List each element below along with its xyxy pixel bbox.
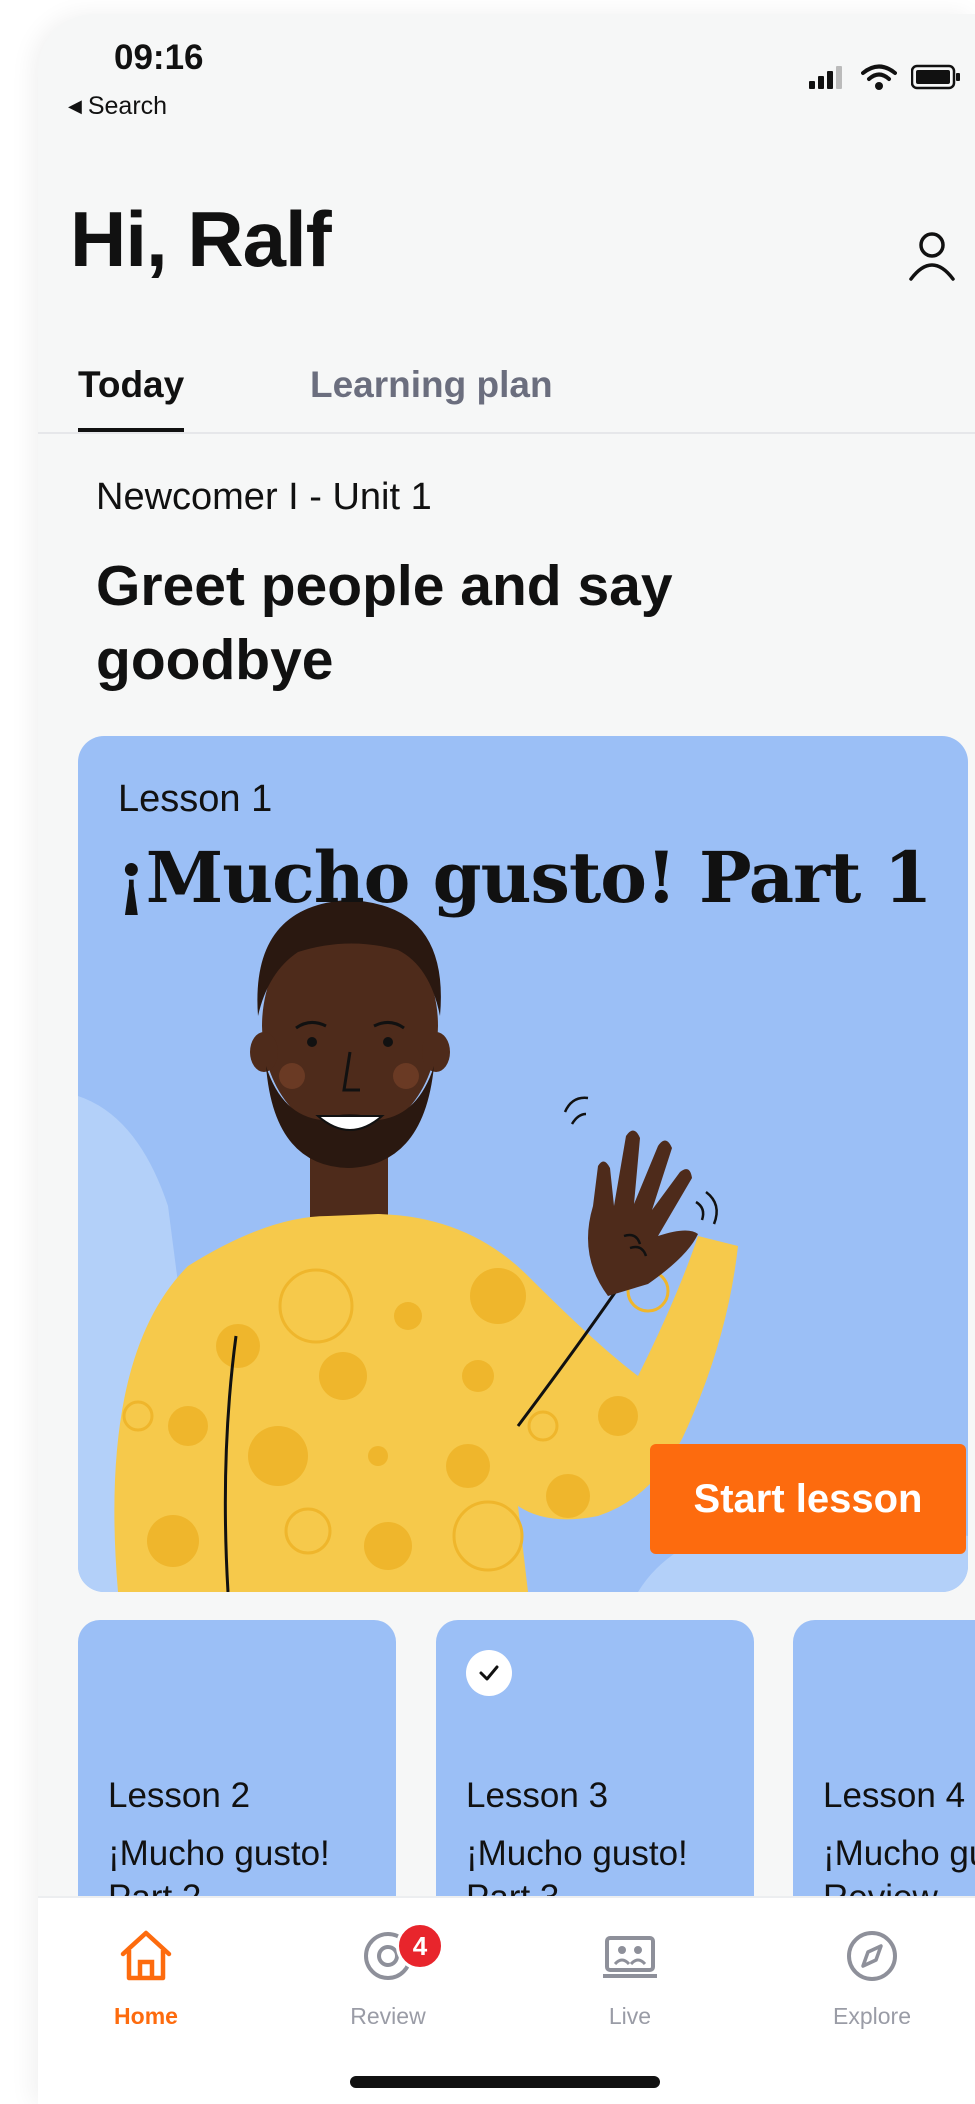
unit-title: Greet people and say goodbye — [96, 554, 673, 692]
home-icon — [120, 1930, 172, 1981]
bottom-navigation: Home 4 Review Live Explore — [38, 1896, 975, 2104]
lesson-card[interactable]: Lesson 3 ¡Mucho gusto! Part 3 — [436, 1620, 754, 1920]
compass-icon — [847, 1931, 897, 1981]
nav-explore[interactable]: Explore — [772, 1928, 972, 2030]
start-lesson-button[interactable]: Start lesson — [650, 1444, 966, 1554]
battery-icon — [911, 64, 960, 90]
signal-icon — [809, 66, 842, 89]
hero-lesson-title: ¡Mucho gusto! Part 1 — [116, 836, 932, 919]
nav-live[interactable]: Live — [530, 1928, 730, 2030]
review-badge: 4 — [396, 1922, 444, 1970]
back-arrow-icon: ◀ — [68, 96, 82, 116]
tab-learning-plan[interactable]: Learning plan — [310, 364, 553, 406]
lesson-1-card[interactable]: Lesson 1 ¡Mucho gusto! Part 1 Start less… — [78, 736, 968, 1592]
nav-live-label: Live — [608, 2003, 652, 2029]
card-lesson-number: Lesson 3 — [466, 1776, 609, 1815]
back-label: Search — [87, 92, 168, 120]
greeting-title: Hi, Ralf — [70, 195, 332, 283]
nav-explore-label: Explore — [833, 2003, 911, 2029]
card-lesson-number: Lesson 2 — [108, 1776, 251, 1815]
home-indicator — [350, 2076, 660, 2088]
hero-lesson-number: Lesson 1 — [118, 778, 273, 820]
completed-check-icon — [466, 1650, 512, 1696]
unit-label: Newcomer I - Unit 1 — [96, 476, 432, 518]
tab-bar: Today Learning plan — [38, 344, 975, 434]
status-icons — [807, 64, 961, 90]
nav-home[interactable]: Home — [46, 1928, 246, 2030]
lesson-card[interactable]: Lesson 2 ¡Mucho gusto! Part 2 — [78, 1620, 396, 1920]
live-icon — [603, 1936, 657, 1978]
status-time: 09:16 — [114, 38, 204, 77]
tab-today[interactable]: Today — [78, 364, 185, 432]
card-title-line1: ¡Mucho gusto! — [108, 1834, 330, 1873]
nav-review-label: Review — [350, 2003, 426, 2029]
nav-home-label: Home — [114, 2003, 178, 2029]
nav-review[interactable]: 4 Review — [288, 1922, 488, 2030]
back-to-search-link[interactable]: ◀ Search — [68, 92, 167, 121]
card-lesson-number: Lesson 4 — [823, 1776, 966, 1815]
profile-icon[interactable] — [907, 229, 957, 283]
app-screen: 09:16 ◀ Search Hi, Ralf Today Learning p… — [38, 14, 975, 2104]
wifi-icon — [861, 64, 897, 90]
card-title-line1: ¡Mucho gusto! — [823, 1834, 975, 1873]
lesson-card[interactable]: Lesson 4 ¡Mucho gusto! Review — [793, 1620, 975, 1920]
card-title-line1: ¡Mucho gusto! — [466, 1834, 688, 1873]
